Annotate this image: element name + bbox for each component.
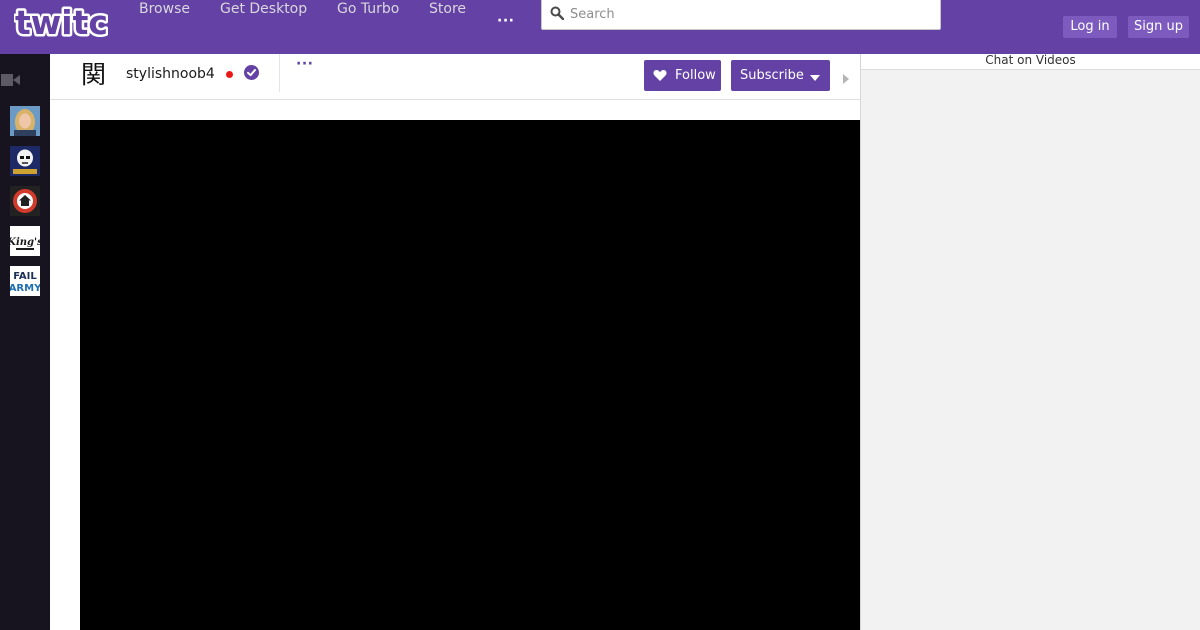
- header-divider: [279, 54, 280, 92]
- channel-more-button[interactable]: ···: [296, 56, 313, 72]
- search-box[interactable]: [541, 0, 941, 30]
- sidebar-channel-avatar-1[interactable]: [10, 106, 40, 136]
- subscribe-button[interactable]: Subscribe: [731, 60, 830, 91]
- channel-header: 関 stylishnoob4 ··· Follow Subscribe: [50, 54, 860, 100]
- svg-text:twitch: twitch: [15, 6, 108, 40]
- search-input[interactable]: [570, 5, 930, 23]
- sidebar-channel-avatar-5[interactable]: FAIL ARMY: [10, 266, 40, 296]
- failarmy-line1: FAIL: [13, 271, 37, 282]
- sidebar-channel-avatar-2[interactable]: [10, 146, 40, 176]
- verified-badge-icon: [243, 64, 260, 85]
- channel-name[interactable]: stylishnoob4: [126, 66, 215, 82]
- signup-button[interactable]: Sign up: [1128, 16, 1189, 38]
- heart-icon: [653, 67, 667, 86]
- chat-title: Chat on Videos: [985, 53, 1076, 67]
- video-player[interactable]: [80, 120, 860, 630]
- chat-header: Chat on Videos: [861, 53, 1200, 70]
- subscribe-label: Subscribe: [740, 68, 804, 83]
- collapse-chat-arrow-icon[interactable]: [842, 69, 850, 88]
- nav-store-link[interactable]: Store: [429, 1, 466, 17]
- login-button[interactable]: Log in: [1063, 16, 1117, 38]
- caret-down-icon[interactable]: [809, 67, 821, 86]
- top-nav-bar: twitch twitch Browse Get Desktop Go Turb…: [0, 0, 1200, 54]
- follow-label: Follow: [675, 68, 716, 83]
- svg-text:King's: King's: [10, 237, 40, 248]
- left-sidebar: King's FAIL ARMY: [0, 54, 50, 630]
- twitch-logo[interactable]: twitch twitch: [13, 1, 134, 45]
- nav-go-turbo-link[interactable]: Go Turbo: [337, 1, 399, 17]
- channel-logo[interactable]: 関: [81, 59, 107, 91]
- sidebar-channel-avatar-3[interactable]: [10, 186, 40, 216]
- nav-browse-link[interactable]: Browse: [139, 1, 190, 17]
- search-icon[interactable]: [550, 5, 565, 24]
- sidebar-channel-avatar-4[interactable]: King's: [10, 226, 40, 256]
- nav-more-button[interactable]: ···: [497, 13, 514, 29]
- chat-panel: Chat on Videos: [860, 53, 1200, 630]
- failarmy-line2: ARMY: [10, 283, 40, 294]
- follow-button[interactable]: Follow: [644, 60, 721, 91]
- camera-icon: [1, 72, 21, 91]
- live-indicator-icon: [226, 71, 233, 78]
- nav-get-desktop-link[interactable]: Get Desktop: [220, 1, 307, 17]
